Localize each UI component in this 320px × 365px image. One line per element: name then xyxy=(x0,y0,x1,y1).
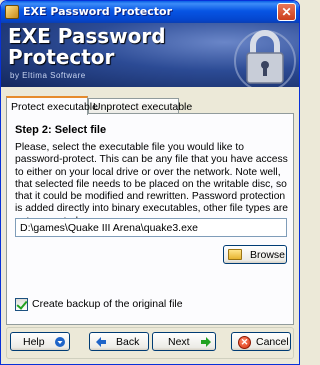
banner-title: EXE Password Protector xyxy=(8,26,166,68)
back-button-label: Back xyxy=(116,336,140,348)
file-path-input[interactable] xyxy=(15,218,287,237)
banner-subtitle: by Eltima Software xyxy=(10,71,86,80)
help-button-label: Help xyxy=(23,336,45,348)
step-title: Step 2: Select file xyxy=(15,124,107,136)
close-button[interactable]: ✕ xyxy=(277,3,296,21)
chevron-down-icon xyxy=(55,337,65,347)
browse-button[interactable]: Browse xyxy=(223,245,287,264)
cancel-button[interactable]: ✕ Cancel xyxy=(231,332,291,351)
app-icon xyxy=(5,5,19,19)
arrow-left-icon xyxy=(96,337,106,347)
banner-title-line-2: Protector xyxy=(8,45,115,69)
window-title: EXE Password Protector xyxy=(23,5,172,18)
banner-title-line-1: EXE Password xyxy=(8,24,166,48)
back-button[interactable]: Back xyxy=(89,332,149,351)
tab-panel: Step 2: Select file Please, select the e… xyxy=(6,113,294,325)
browse-button-label: Browse xyxy=(250,249,286,261)
tab-protect-executable[interactable]: Protect executable xyxy=(6,96,98,115)
padlock-icon xyxy=(234,30,296,87)
header-banner: EXE Password Protector by Eltima Softwar… xyxy=(1,23,299,87)
arrow-right-icon xyxy=(201,337,211,347)
next-button-label: Next xyxy=(168,336,190,348)
backup-checkbox[interactable] xyxy=(15,298,28,311)
app-window: EXE Password Protector ✕ EXE Password Pr… xyxy=(0,0,300,365)
cancel-button-label: Cancel xyxy=(256,336,289,348)
tab-strip: Protect executable Unprotect executable xyxy=(6,96,294,115)
help-button[interactable]: Help xyxy=(10,332,70,351)
title-bar[interactable]: EXE Password Protector ✕ xyxy=(1,1,299,23)
cancel-icon: ✕ xyxy=(238,336,251,349)
folder-icon xyxy=(228,249,242,260)
tab-unprotect-executable[interactable]: Unprotect executable xyxy=(88,98,192,114)
backup-checkbox-label: Create backup of the original file xyxy=(32,298,183,310)
next-button[interactable]: Next xyxy=(152,332,216,351)
step-description: Please, select the executable file you w… xyxy=(15,142,289,227)
